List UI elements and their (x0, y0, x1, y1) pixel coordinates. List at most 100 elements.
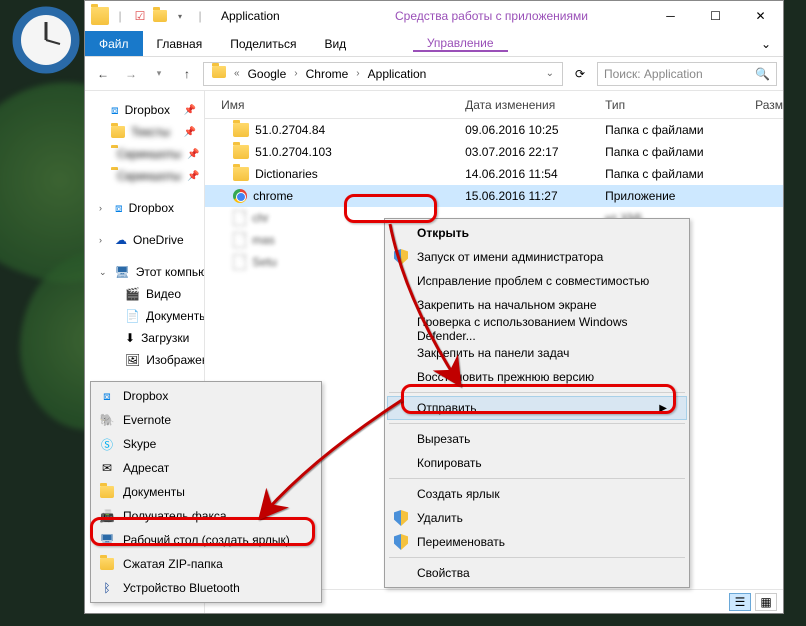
sidebar-item[interactable]: Скриншоты📌 (85, 143, 204, 165)
column-name[interactable]: Имя (205, 98, 465, 112)
cm-open[interactable]: Открыть (387, 221, 687, 245)
cm-pinstart[interactable]: Закрепить на начальном экране (387, 293, 687, 317)
cm-cut[interactable]: Вырезать (387, 427, 687, 451)
breadcrumb-segment[interactable]: Chrome (302, 67, 353, 81)
cm-copy[interactable]: Копировать (387, 451, 687, 475)
library-icon: ⬇ (125, 331, 135, 345)
column-headers: Имя Дата изменения Тип Разм (205, 91, 783, 119)
sidebar-item[interactable]: 📄 Документы (85, 305, 204, 327)
cm-send-skype[interactable]: ⓈSkype (93, 432, 319, 456)
qat-separator: | (111, 7, 129, 25)
context-tab-label: Средства работы с приложениями (375, 9, 608, 23)
qat-newfolder-icon[interactable] (151, 7, 169, 25)
breadcrumb-segment[interactable]: Application (364, 67, 431, 81)
cm-send-contact[interactable]: ✉Адресат (93, 456, 319, 480)
cm-send-dropbox[interactable]: ⧈Dropbox (93, 384, 319, 408)
cm-send-docs[interactable]: Документы (93, 480, 319, 504)
nav-forward-button[interactable]: → (119, 62, 143, 86)
addressbar: ← → ▾ ↑ « Google › Chrome › Application … (85, 57, 783, 91)
chevron-right-icon[interactable]: › (290, 68, 301, 79)
ribbon-tab-file[interactable]: Файл (85, 31, 143, 56)
close-button[interactable]: ✕ (738, 1, 783, 31)
cm-send-fax[interactable]: 📠Получатель факса (93, 504, 319, 528)
cm-pintask[interactable]: Закрепить на панели задач (387, 341, 687, 365)
fax-icon: 📠 (99, 508, 115, 524)
cm-compat[interactable]: Исправление проблем с совместимостью (387, 269, 687, 293)
cm-delete[interactable]: Удалить (387, 506, 687, 530)
library-icon: 📄 (125, 309, 140, 323)
ribbon-tab-view[interactable]: Вид (310, 31, 360, 56)
sidebar-item-thispc[interactable]: ⌄🖥 Этот компьютер (85, 261, 204, 283)
file-icon (233, 254, 246, 270)
file-row[interactable]: chrome15.06.2016 11:27Приложение (205, 185, 783, 207)
cm-sendto[interactable]: Отправить▶ (387, 396, 687, 420)
sidebar-item[interactable]: Скриншоты📌 (85, 165, 204, 187)
view-icons-button[interactable]: ▦ (755, 593, 777, 611)
folder-icon (99, 484, 115, 500)
maximize-button[interactable]: ☐ (693, 1, 738, 31)
qat-separator: | (191, 7, 209, 25)
cm-shortcut[interactable]: Создать ярлык (387, 482, 687, 506)
sidebar-item[interactable]: ⧈ Dropbox📌 (85, 99, 204, 121)
folder-icon (91, 7, 109, 25)
window-title: Application (215, 9, 375, 23)
qat-properties-icon[interactable]: ☑ (131, 7, 149, 25)
breadcrumb[interactable]: « Google › Chrome › Application ⌄ (203, 62, 563, 86)
file-icon (233, 210, 246, 226)
search-input[interactable]: Поиск: Application 🔍 (597, 62, 777, 86)
cm-rename[interactable]: Переименовать (387, 530, 687, 554)
folder-icon (233, 123, 249, 137)
sidebar-item[interactable]: Тексты📌 (85, 121, 204, 143)
pin-icon: 📌 (184, 105, 196, 116)
ribbon-tab-home[interactable]: Главная (143, 31, 217, 56)
pin-icon: 📌 (184, 127, 196, 138)
sidebar-item-dropbox[interactable]: ›⧈ Dropbox (85, 197, 204, 219)
cm-send-zip[interactable]: Сжатая ZIP-папка (93, 552, 319, 576)
chevron-right-icon[interactable]: « (230, 68, 244, 79)
refresh-button[interactable]: ⟳ (567, 62, 593, 86)
library-icon: 🖼 (125, 353, 140, 367)
cm-runas[interactable]: Запуск от имени администратора (387, 245, 687, 269)
file-row[interactable]: 51.0.2704.8409.06.2016 10:25Папка с файл… (205, 119, 783, 141)
chevron-right-icon: ▶ (659, 403, 667, 414)
cm-props[interactable]: Свойства (387, 561, 687, 585)
column-size[interactable]: Разм (755, 98, 783, 112)
chevron-right-icon[interactable]: › (352, 68, 363, 79)
dropbox-icon: ⧈ (99, 388, 115, 404)
folder-icon (233, 145, 249, 159)
cm-defender[interactable]: Проверка с использованием Windows Defend… (387, 317, 687, 341)
sendto-submenu: ⧈Dropbox 🐘Evernote ⓈSkype ✉Адресат Докум… (90, 381, 322, 603)
column-type[interactable]: Тип (605, 98, 755, 112)
nav-history-dropdown[interactable]: ▾ (147, 62, 171, 86)
file-row[interactable]: 51.0.2704.10303.07.2016 22:17Папка с фай… (205, 141, 783, 163)
cm-send-evernote[interactable]: 🐘Evernote (93, 408, 319, 432)
column-date[interactable]: Дата изменения (465, 98, 605, 112)
cm-restore[interactable]: Восстановить прежнюю версию (387, 365, 687, 389)
ribbon-expand-icon[interactable]: ⌄ (749, 31, 783, 56)
minimize-button[interactable]: ─ (648, 1, 693, 31)
qat-dropdown[interactable]: ▾ (171, 7, 189, 25)
cm-send-desktop[interactable]: 🖥Рабочий стол (создать ярлык) (93, 528, 319, 552)
separator (389, 478, 685, 479)
search-icon: 🔍 (755, 67, 770, 81)
separator (389, 557, 685, 558)
nav-back-button[interactable]: ← (91, 62, 115, 86)
folder-icon (233, 167, 249, 181)
cm-send-bluetooth[interactable]: ᛒУстройство Bluetooth (93, 576, 319, 600)
sidebar-item-onedrive[interactable]: ›☁ OneDrive (85, 229, 204, 251)
file-icon (233, 232, 246, 248)
sidebar-item[interactable]: 🎬 Видео (85, 283, 204, 305)
chevron-down-icon[interactable]: ⌄ (542, 68, 558, 79)
context-menu: Открыть Запуск от имени администратора И… (384, 218, 690, 588)
mail-icon: ✉ (99, 460, 115, 476)
sidebar-item[interactable]: 🖼 Изображения (85, 349, 204, 371)
library-icon: 🎬 (125, 287, 140, 301)
nav-up-button[interactable]: ↑ (175, 62, 199, 86)
sidebar-item[interactable]: ⬇ Загрузки (85, 327, 204, 349)
ribbon-tab-share[interactable]: Поделиться (216, 31, 310, 56)
view-details-button[interactable]: ☰ (729, 593, 751, 611)
breadcrumb-segment[interactable]: Google (244, 67, 291, 81)
file-row[interactable]: Dictionaries14.06.2016 11:54Папка с файл… (205, 163, 783, 185)
ribbon-tab-manage[interactable]: Управление (413, 36, 508, 52)
chrome-icon (233, 189, 247, 203)
